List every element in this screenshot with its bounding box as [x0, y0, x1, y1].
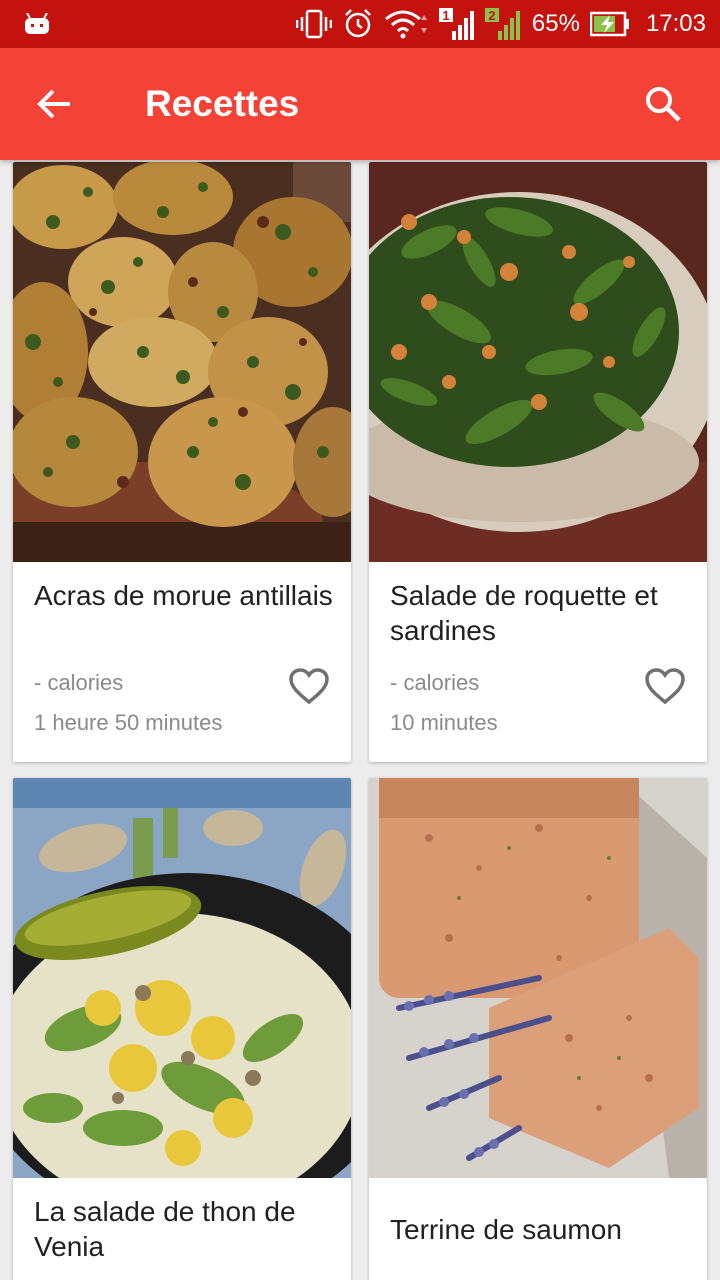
recipe-card[interactable]: Salade de roquette et sardines - calorie…	[369, 162, 707, 762]
vibrate-icon	[295, 9, 332, 39]
recipe-image-salmon-terrine	[369, 778, 707, 1178]
heart-outline-icon	[645, 668, 685, 705]
recipe-title: Salade de roquette et sardines	[390, 580, 658, 646]
favorite-button[interactable]	[641, 665, 689, 709]
recipe-card[interactable]: La salade de thon de Venia	[13, 778, 351, 1280]
recipe-card[interactable]: Terrine de saumon	[369, 778, 707, 1280]
recipe-card[interactable]: Acras de morue antillais - calories 1 he…	[13, 162, 351, 762]
wifi-icon	[384, 9, 428, 39]
recipe-image-arugula-salad	[369, 162, 707, 562]
status-bar: 1 2 65% 17:03	[0, 0, 720, 48]
arrow-back-icon	[37, 89, 70, 119]
favorite-button[interactable]	[285, 665, 333, 709]
search-icon	[646, 87, 681, 122]
recipe-calories: - calories	[390, 670, 480, 695]
sim2-label: 2	[488, 8, 495, 23]
android-icon	[24, 13, 50, 35]
recipe-duration: 10 minutes	[390, 710, 498, 735]
recipe-title: Terrine de saumon	[390, 1214, 622, 1245]
battery-charging-icon	[589, 11, 630, 37]
clock: 17:03	[645, 10, 706, 37]
recipe-grid: Acras de morue antillais - calories 1 he…	[0, 160, 720, 1280]
recipe-title: Acras de morue antillais	[34, 580, 333, 611]
recipe-image-fritters	[13, 162, 351, 562]
battery-percent: 65%	[531, 10, 580, 37]
signal-sim1-icon: 1	[438, 7, 474, 41]
recipe-duration: 1 heure 50 minutes	[34, 710, 223, 735]
signal-sim2-icon: 2	[484, 7, 520, 41]
search-button[interactable]	[638, 80, 688, 128]
back-button[interactable]	[30, 82, 78, 126]
alarm-icon	[342, 8, 374, 40]
sim1-label: 1	[442, 8, 449, 23]
recipe-image-tuna-salad	[13, 778, 351, 1178]
page-title: Recettes	[145, 83, 300, 124]
recipe-title: La salade de thon de Venia	[34, 1196, 296, 1262]
app-bar: Recettes	[0, 48, 720, 160]
recipe-calories: - calories	[34, 670, 124, 695]
heart-outline-icon	[289, 668, 329, 705]
